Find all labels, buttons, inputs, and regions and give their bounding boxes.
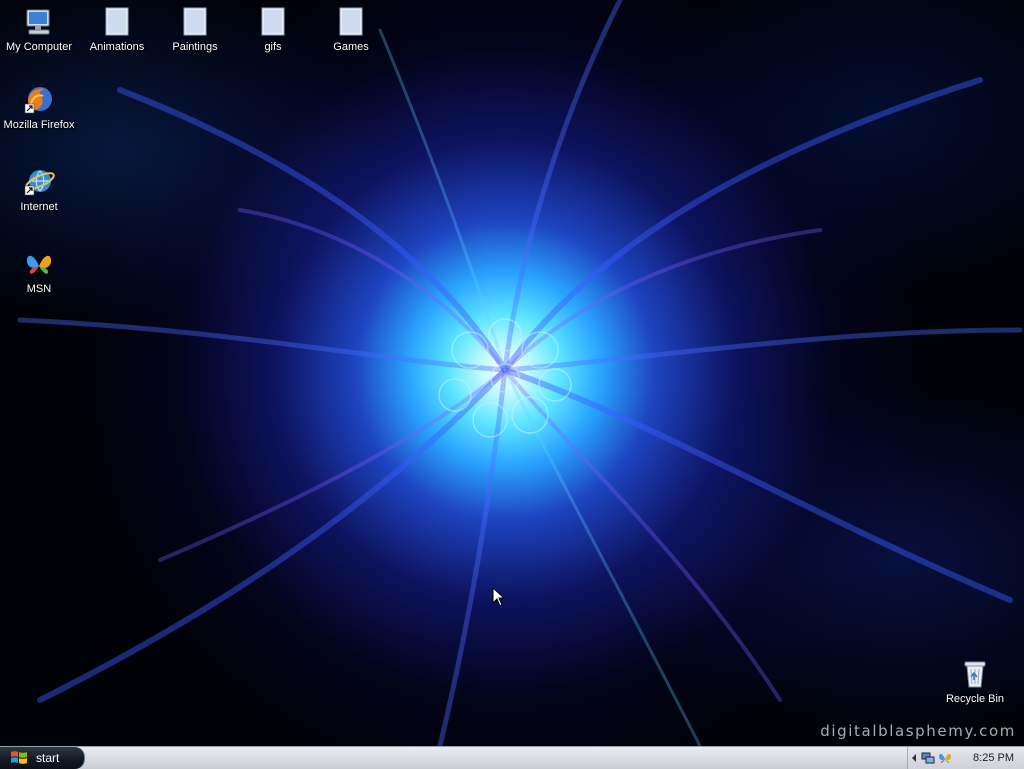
taskbar-clock[interactable]: 8:25 PM	[973, 752, 1014, 764]
icon-label: Recycle Bin	[945, 693, 1005, 705]
internet-explorer-icon	[24, 170, 55, 196]
folder-icon	[261, 7, 285, 36]
msn-butterfly-icon	[26, 255, 52, 274]
desktop[interactable]: My Computer Animations Paintings gifs Ga…	[0, 0, 1024, 746]
taskbar: start 8:25 PM	[0, 746, 1024, 769]
desktop-icon-games[interactable]: Games	[312, 6, 390, 54]
system-tray: 8:25 PM	[907, 747, 1024, 769]
firefox-icon	[24, 87, 52, 114]
icon-label: Paintings	[172, 41, 218, 53]
desktop-icon-recycle-bin[interactable]: Recycle Bin	[936, 658, 1014, 706]
icon-label: Internet	[20, 201, 58, 213]
icon-label: Animations	[89, 41, 145, 53]
folder-icon	[105, 7, 129, 36]
desktop-icon-mozilla-firefox[interactable]: Mozilla Firefox	[0, 84, 78, 132]
icon-label: Mozilla Firefox	[3, 119, 75, 131]
network-icon[interactable]	[921, 751, 935, 765]
desktop-icon-my-computer[interactable]: My Computer	[0, 6, 78, 54]
mouse-cursor-icon	[492, 587, 506, 607]
icon-label: MSN	[26, 283, 52, 295]
start-label: start	[36, 751, 60, 765]
icon-label: My Computer	[5, 41, 73, 53]
desktop-icon-internet[interactable]: Internet	[0, 166, 78, 214]
wallpaper-watermark: digitalblasphemy.com	[820, 722, 1016, 740]
folder-icon	[183, 7, 207, 36]
desktop-icon-paintings[interactable]: Paintings	[156, 6, 234, 54]
wallpaper	[17, 0, 1023, 746]
show-hidden-icons-chevron-icon[interactable]	[910, 753, 918, 763]
recycle-bin-icon	[964, 661, 986, 688]
icon-label: Games	[333, 41, 369, 53]
folder-icon	[339, 7, 363, 36]
computer-icon	[26, 9, 50, 35]
icon-label: gifs	[264, 41, 282, 53]
desktop-icon-msn[interactable]: MSN	[0, 248, 78, 296]
msn-tray-icon[interactable]	[938, 751, 952, 765]
desktop-icon-gifs[interactable]: gifs	[234, 6, 312, 54]
start-button[interactable]: start	[0, 747, 85, 769]
windows-logo-icon	[11, 751, 27, 764]
desktop-icon-animations[interactable]: Animations	[78, 6, 156, 54]
